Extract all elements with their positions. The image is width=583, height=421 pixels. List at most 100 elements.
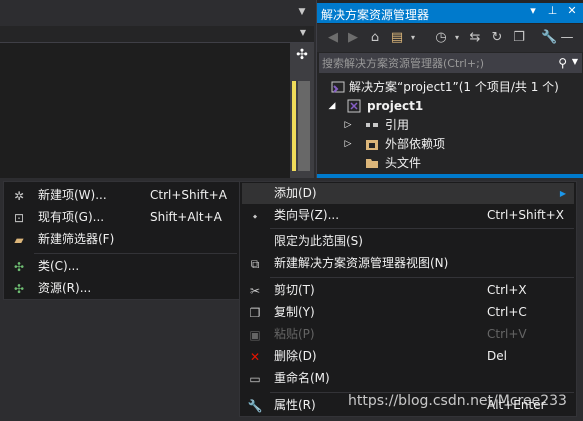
sync-icon[interactable]: ⇆: [467, 30, 483, 46]
delete-icon: ✕: [249, 350, 261, 364]
chevron-down-icon[interactable]: ▼: [298, 28, 308, 38]
collapse-all-icon[interactable]: ❐: [511, 30, 527, 46]
expanded-arrow-icon[interactable]: ◢: [327, 97, 337, 116]
panel-title: 解决方案资源管理器: [321, 8, 430, 22]
solution-explorer-search[interactable]: ⚲ ▼: [319, 53, 582, 73]
submenu-item-new-item[interactable]: ✲ 新建项(W)... Ctrl+Shift+A: [6, 185, 237, 206]
external-deps-icon: [366, 140, 378, 150]
scrollbar-thumb[interactable]: [298, 81, 310, 171]
switch-views-icon[interactable]: ▤: [389, 30, 405, 46]
change-marker: [292, 81, 296, 171]
add-submenu: ✲ 新建项(W)... Ctrl+Shift+A ⊡ 现有项(G)... Shi…: [3, 181, 240, 300]
existing-item-icon: ⊡: [13, 211, 25, 225]
menu-item-label: 现有项(G)...: [38, 210, 105, 224]
forward-icon[interactable]: ▶: [345, 30, 361, 46]
new-filter-icon: ▰: [14, 233, 24, 247]
tree-item-external-deps[interactable]: ▷ 外部依赖项: [317, 135, 583, 154]
editor-tab-strip: ▼: [0, 0, 314, 26]
menu-separator: [34, 253, 237, 254]
menu-item-label: 属性(R): [274, 398, 316, 412]
code-editor[interactable]: [0, 43, 290, 178]
chevron-down-icon[interactable]: ▾: [405, 30, 421, 46]
references-icon: [366, 123, 378, 127]
collapsed-arrow-icon[interactable]: ▷: [343, 135, 353, 154]
search-icon[interactable]: ⚲: [558, 56, 567, 70]
tree-item-label: project1: [367, 99, 424, 113]
menu-item-new-explorer-view[interactable]: ⧉ 新建解决方案资源管理器视图(N): [242, 253, 574, 274]
menu-item-shortcut: Del: [487, 349, 507, 363]
tree-item-project[interactable]: ◢ project1: [317, 97, 583, 116]
pin-icon[interactable]: ⊥: [545, 4, 561, 17]
menu-item-label: 删除(D): [274, 349, 317, 363]
solution-explorer-panel: 解决方案资源管理器 ▾ ⊥ ✕ ◀ ▶ ⌂ ▤ ▾ ◷ ▾ ⇆ ↻ ❐ 🔧 — …: [316, 0, 583, 178]
menu-item-shortcut: Shift+Alt+A: [150, 210, 222, 224]
tree-item-label: 外部依赖项: [385, 137, 446, 151]
refresh-icon[interactable]: ↻: [489, 30, 505, 46]
new-item-icon: ✲: [13, 189, 25, 203]
menu-item-label: 类(C)...: [38, 259, 80, 273]
menu-item-paste[interactable]: ▣ 粘贴(P) Ctrl+V: [242, 324, 574, 345]
menu-item-label: 新建筛选器(F): [38, 232, 115, 246]
menu-item-add[interactable]: 添加(D) ▶: [242, 183, 574, 204]
tree-item-label: 头文件: [385, 156, 422, 170]
more-icon[interactable]: —: [559, 30, 575, 46]
scissors-icon: ✂: [249, 284, 261, 298]
home-icon[interactable]: ⌂: [367, 30, 383, 46]
window-position-icon[interactable]: ▾: [525, 4, 541, 17]
menu-item-label: 粘贴(P): [274, 327, 315, 341]
copy-icon: ❐: [249, 306, 261, 320]
chevron-down-icon[interactable]: ▾: [449, 30, 465, 46]
split-window-icon[interactable]: ✣: [294, 47, 310, 63]
menu-item-scope-to-this[interactable]: 限定为此范围(S): [242, 231, 574, 252]
editor-vertical-scrollbar[interactable]: ✣: [290, 43, 314, 178]
menu-item-label: 添加(D): [274, 186, 317, 200]
menu-item-label: 新建解决方案资源管理器视图(N): [274, 256, 449, 270]
search-input[interactable]: [322, 55, 542, 71]
solution-explorer-titlebar: 解决方案资源管理器 ▾ ⊥ ✕: [317, 3, 583, 23]
context-menu: 添加(D) ▶ ⬩ 类向导(Z)... Ctrl+Shift+X 限定为此范围(…: [239, 181, 577, 417]
back-icon[interactable]: ◀: [325, 30, 341, 46]
tree-item-label: 引用: [385, 118, 410, 132]
menu-separator: [270, 277, 574, 278]
properties-wrench-icon[interactable]: 🔧: [541, 30, 557, 46]
project-icon: [347, 99, 361, 113]
chevron-down-icon[interactable]: ▼: [296, 6, 308, 18]
rename-icon: ▭: [249, 372, 261, 386]
menu-item-class-wizard[interactable]: ⬩ 类向导(Z)... Ctrl+Shift+X: [242, 205, 574, 226]
chevron-down-icon[interactable]: ▼: [572, 57, 578, 66]
class-icon: ✣: [13, 260, 25, 274]
menu-item-label: 剪切(T): [274, 283, 315, 297]
menu-item-copy[interactable]: ❐ 复制(Y) Ctrl+C: [242, 302, 574, 323]
solution-explorer-toolbar: ◀ ▶ ⌂ ▤ ▾ ◷ ▾ ⇆ ↻ ❐ 🔧 —: [317, 24, 583, 52]
submenu-item-class[interactable]: ✣ 类(C)...: [6, 256, 237, 277]
tree-item-solution[interactable]: 解决方案“project1”(1 个项目/共 1 个): [317, 78, 583, 97]
resource-icon: ✣: [13, 282, 25, 296]
pending-changes-icon[interactable]: ◷: [433, 30, 449, 46]
watermark: https://blog.csdn.net/Mcree233: [348, 393, 567, 409]
menu-item-rename[interactable]: ▭ 重命名(M): [242, 368, 574, 389]
class-wizard-icon: ⬩: [252, 209, 258, 223]
submenu-item-existing-item[interactable]: ⊡ 现有项(G)... Shift+Alt+A: [6, 207, 237, 228]
menu-item-label: 新建项(W)...: [38, 188, 107, 202]
menu-item-shortcut: Ctrl+Shift+A: [150, 188, 227, 202]
submenu-item-new-filter[interactable]: ▰ 新建筛选器(F): [6, 229, 237, 250]
menu-item-shortcut: Ctrl+X: [487, 283, 527, 297]
menu-item-cut[interactable]: ✂ 剪切(T) Ctrl+X: [242, 280, 574, 301]
tree-item-label: 解决方案“project1”(1 个项目/共 1 个): [349, 80, 559, 94]
tree-item-references[interactable]: ▷ 引用: [317, 116, 583, 135]
menu-item-delete[interactable]: ✕ 删除(D) Del: [242, 346, 574, 367]
menu-item-label: 类向导(Z)...: [274, 208, 340, 222]
solution-icon: [331, 81, 345, 93]
folder-icon: [366, 159, 378, 168]
submenu-item-resource[interactable]: ✣ 资源(R)...: [6, 278, 237, 299]
menu-item-label: 复制(Y): [274, 305, 315, 319]
menu-item-label: 资源(R)...: [38, 281, 92, 295]
submenu-arrow-icon: ▶: [559, 189, 566, 198]
collapsed-arrow-icon[interactable]: ▷: [343, 116, 353, 135]
menu-item-shortcut: Ctrl+C: [487, 305, 527, 319]
tree-item-header-files[interactable]: 头文件: [317, 154, 583, 173]
close-icon[interactable]: ✕: [564, 4, 580, 17]
menu-item-shortcut: Ctrl+Shift+X: [487, 208, 564, 222]
menu-item-label: 重命名(M): [274, 371, 330, 385]
new-view-icon: ⧉: [250, 257, 260, 271]
